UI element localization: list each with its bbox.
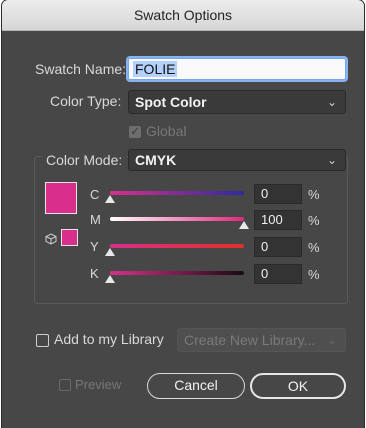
swatch-name-label: Swatch Name: bbox=[35, 61, 127, 77]
chevron-down-icon: ⌄ bbox=[326, 333, 337, 347]
add-to-library-label: Add to my Library bbox=[54, 331, 164, 347]
triangle-up-icon[interactable] bbox=[105, 275, 115, 283]
dialog-title: Swatch Options bbox=[2, 0, 364, 31]
cyan-slider-track[interactable] bbox=[110, 191, 244, 195]
color-swatch-preview bbox=[45, 182, 77, 214]
chevron-down-icon: ⌄ bbox=[326, 95, 337, 109]
color-type-dropdown[interactable]: Spot Color ⌄ bbox=[128, 90, 346, 114]
cyan-value-input[interactable]: 0 bbox=[254, 184, 302, 204]
slider-label-y: Y bbox=[90, 239, 99, 254]
preview-label: Preview bbox=[75, 377, 122, 392]
triangle-up-icon[interactable] bbox=[105, 195, 115, 203]
color-type-label: Color Type: bbox=[50, 93, 122, 109]
add-to-library-checkbox[interactable] bbox=[36, 334, 49, 347]
swatch-options-dialog: Swatch Options Swatch Name: FOLIE Color … bbox=[2, 0, 364, 428]
slider-label-c: C bbox=[90, 187, 100, 202]
global-checkbox[interactable]: ✓ bbox=[129, 126, 141, 138]
swatch-name-input[interactable]: FOLIE bbox=[128, 58, 346, 80]
color-mode-value: CMYK bbox=[135, 152, 177, 168]
preview-checkbox[interactable] bbox=[59, 379, 71, 391]
library-dropdown-value: Create New Library... bbox=[184, 332, 316, 348]
black-unit: % bbox=[308, 267, 320, 282]
black-slider-track[interactable] bbox=[110, 271, 244, 275]
triangle-up-icon[interactable] bbox=[105, 248, 115, 256]
global-label: Global bbox=[146, 123, 187, 139]
magenta-slider-track[interactable] bbox=[110, 217, 244, 221]
yellow-unit: % bbox=[308, 240, 320, 255]
color-mode-dropdown[interactable]: CMYK ⌄ bbox=[128, 149, 346, 171]
magenta-unit: % bbox=[308, 213, 320, 228]
out-of-gamut-swatch[interactable] bbox=[61, 229, 78, 246]
cancel-button[interactable]: Cancel bbox=[147, 373, 245, 399]
slider-label-k: K bbox=[90, 266, 99, 281]
yellow-slider-track[interactable] bbox=[110, 244, 244, 248]
yellow-value-input[interactable]: 0 bbox=[254, 237, 302, 257]
cyan-unit: % bbox=[308, 187, 320, 202]
swatch-name-value: FOLIE bbox=[133, 61, 178, 77]
library-dropdown[interactable]: Create New Library... ⌄ bbox=[177, 328, 346, 352]
3d-cube-icon bbox=[45, 232, 57, 245]
slider-label-m: M bbox=[90, 212, 101, 227]
magenta-value-input[interactable]: 100 bbox=[254, 210, 302, 230]
color-type-value: Spot Color bbox=[135, 94, 207, 110]
black-value-input[interactable]: 0 bbox=[254, 264, 302, 284]
color-mode-label: Color Mode: bbox=[42, 152, 127, 168]
chevron-down-icon: ⌄ bbox=[326, 153, 337, 167]
ok-button[interactable]: OK bbox=[250, 373, 346, 399]
triangle-up-icon[interactable] bbox=[239, 221, 249, 229]
